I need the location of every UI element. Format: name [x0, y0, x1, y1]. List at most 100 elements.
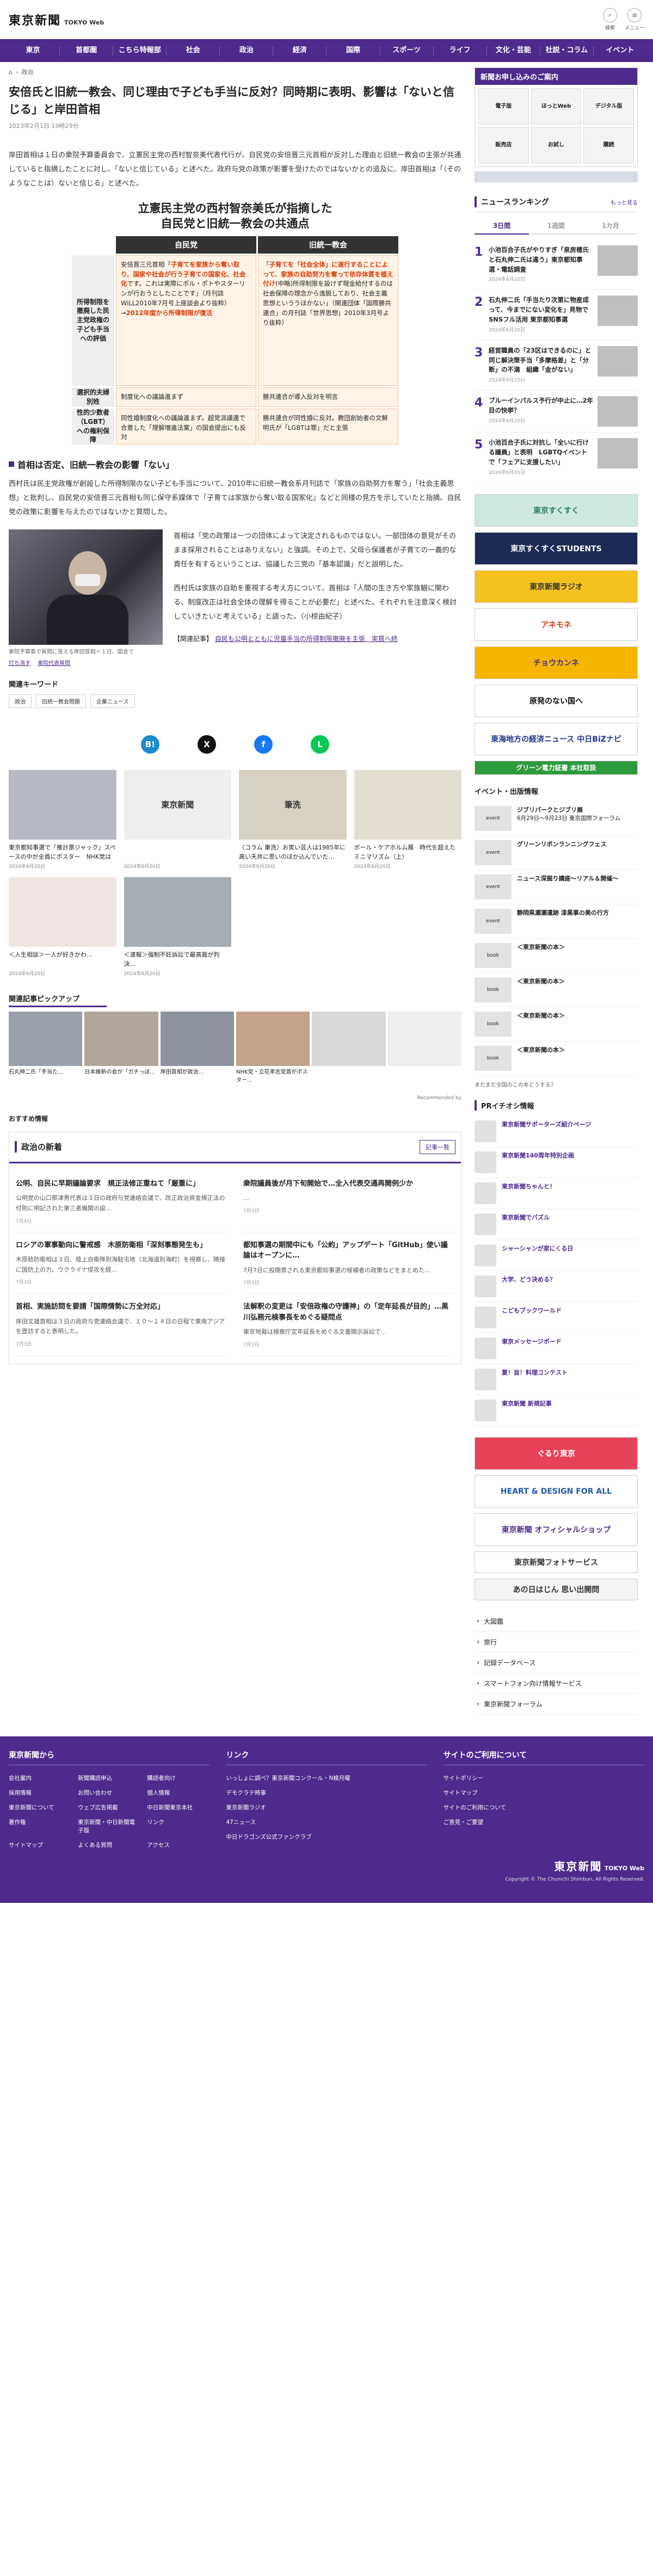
site-logo[interactable]: 東京新聞 TOKYO Web	[9, 11, 104, 28]
event-item[interactable]: book ＜東京新聞の本＞	[475, 973, 638, 1007]
footer-link[interactable]: 中日新聞東京本社	[147, 1803, 210, 1811]
footer-link[interactable]: デモクラテ時事	[226, 1789, 427, 1797]
footer-link[interactable]: 東京新聞ラジオ	[226, 1803, 427, 1811]
menu-button[interactable]: ≡ メニュー	[625, 8, 644, 31]
recommend-card[interactable]: 筆洗 〈コラム 筆洗〉お笑い芸人は1985年に高い天井に思いのほか込んでいた… 20…	[239, 769, 347, 870]
footer-link[interactable]: サイトのご利用について	[443, 1803, 644, 1811]
nav-item-tokuhobu[interactable]: こちら特報部	[113, 46, 167, 56]
nav-item-keizai[interactable]: 経済	[273, 46, 327, 56]
ranking-tab-1week[interactable]: 1週間	[529, 218, 583, 235]
footer-link[interactable]: アクセス	[147, 1841, 210, 1849]
recommend-card[interactable]: ボール・ケアホルム展 時代を超えたミニマリズム（上） 2024年6月20日	[354, 769, 461, 870]
sidebar-link[interactable]: 旅行	[475, 1632, 638, 1653]
news-item[interactable]: 公明、自民に早期議論要求 規正法修正重ねて「厳重に」 公明党の山口那津男代表は３日…	[16, 1171, 227, 1232]
keyword-tag[interactable]: 旧統一教会問題	[36, 694, 86, 708]
ranking-item[interactable]: 3 経営職員の「23区はできるのに」と同じ解決策手当「多摩格差」と「分断」の不満 …	[475, 341, 638, 391]
event-item[interactable]: event 静岡県瀬瀬遺跡 漆黒事の美の行方	[475, 904, 638, 939]
footer-link[interactable]: 会社案内	[9, 1774, 71, 1782]
ranking-tab-3days[interactable]: 3日間	[475, 218, 529, 235]
photo-link-b[interactable]: 衆院代表質問	[38, 661, 70, 667]
ranking-item[interactable]: 2 石丸伸二氏「手当たり次第に物産成って、今までにない変化を」見物で SNSフル活…	[475, 290, 638, 341]
banner-radio[interactable]: 東京新聞ラジオ	[475, 570, 638, 603]
banner-heart-design[interactable]: HEART & DESIGN FOR ALL	[475, 1475, 638, 1508]
pickup-item[interactable]: 岸田首相が政治…	[160, 1011, 234, 1093]
pr-item[interactable]: 夏！旨！料理コンテスト	[475, 1364, 638, 1395]
breadcrumb-section[interactable]: 政治	[21, 67, 33, 76]
recommend-card[interactable]: 東京都知事選で「推計票ジャック」スペースの中が全員にポスター NHK党は何がした…	[9, 769, 116, 870]
facebook-icon[interactable]: f	[254, 735, 273, 754]
footer-link[interactable]: 東京新聞・中日新聞電子版	[78, 1818, 140, 1834]
footer-link[interactable]: 採用情報	[9, 1789, 71, 1797]
recommend-card[interactable]: ＜人生相談＞一人が好きかわ… 2024年6月20日	[9, 877, 116, 977]
pickup-item[interactable]: 石丸伸二氏「手当た…	[9, 1011, 83, 1093]
banner-sukusuku[interactable]: 東京すくすく	[475, 494, 638, 527]
pr-item[interactable]: 東京新聞サポーターズ紹介ページ	[475, 1116, 638, 1147]
pickup-item[interactable]: NHK党・立花孝志党首がポスター…	[236, 1011, 310, 1093]
banner-students[interactable]: 東京すくすくSTUDENTS	[475, 532, 638, 565]
pr-item[interactable]: 東京新聞でパズル	[475, 1209, 638, 1240]
pr-item[interactable]: 東京新聞140周年特別企画	[475, 1147, 638, 1178]
ranking-item[interactable]: 1 小池百合子氏がやりすぎ「泉房穂氏と石丸伸二氏は違う」東京都知事選・電話調査 20…	[475, 240, 638, 291]
nav-item-shakai[interactable]: 社会	[167, 46, 220, 56]
news-item[interactable]: ロシアの軍事動向に警戒感 木原防衛相「深刻事態発生も」 木原稔防衛相は３日、陸上自…	[16, 1232, 227, 1295]
pr-item[interactable]: 東京メッセージボード	[475, 1333, 638, 1364]
pickup-item[interactable]	[387, 1011, 461, 1093]
hatena-icon[interactable]: B!	[141, 735, 159, 754]
nav-item-sports[interactable]: スポーツ	[380, 46, 434, 56]
ranking-more[interactable]: もっと見る	[611, 198, 638, 206]
related-article-link[interactable]: 自民も公明とともに児童手当の所得制限撤廃を主張 実質へ終	[215, 635, 398, 643]
footer-link[interactable]: 中日ドラゴンズ公式ファンクラブ	[226, 1833, 427, 1841]
ranking-tab-1month[interactable]: 1カ月	[583, 218, 638, 235]
banner-chokanne[interactable]: チョウカンネ	[475, 646, 638, 679]
pr-item[interactable]: こどもブックワールド	[475, 1302, 638, 1333]
subscription-ad[interactable]: 新聞お申し込みのご案内 電子版 ほっとWeb デジタル版 販売店 お試し 購読	[475, 67, 638, 167]
event-item[interactable]: event ジブリパークとジブリ展 6月29日〜9月23日 東京国際フォーラム	[475, 802, 638, 836]
photo-image[interactable]	[9, 529, 163, 645]
keyword-tag[interactable]: 企業ニュース	[90, 694, 135, 708]
event-item[interactable]: book ＜東京新聞の本＞	[475, 1042, 638, 1076]
breadcrumb-home-icon[interactable]: ⌂	[9, 69, 13, 76]
footer-link[interactable]: いっしょに調べ？東京新聞コンクール・N検月曜	[226, 1774, 427, 1782]
event-item[interactable]: book ＜東京新聞の本＞	[475, 939, 638, 973]
footer-link[interactable]: よくある質問	[78, 1841, 140, 1849]
nav-item-event[interactable]: イベント	[594, 46, 646, 56]
x-icon[interactable]: X	[198, 735, 216, 754]
event-item[interactable]: event グリーンリボンランニングフェス	[475, 836, 638, 870]
photo-link-a[interactable]: 打ち消す	[9, 661, 30, 667]
footer-logo[interactable]: 東京新聞 TOKYO Web	[554, 1858, 644, 1874]
footer-link[interactable]: 著作権	[9, 1818, 71, 1834]
footer-link[interactable]: サイトポリシー	[443, 1774, 644, 1782]
pickup-item[interactable]	[312, 1011, 386, 1093]
pr-item[interactable]: 東京新聞ちゃんと！	[475, 1178, 638, 1209]
politics-news-more[interactable]: 記事一覧	[420, 1139, 455, 1154]
sidebar-link[interactable]: 大図鑑	[475, 1611, 638, 1632]
nav-item-bunka[interactable]: 文化・芸能	[487, 46, 540, 56]
news-item[interactable]: 首相、実施訪問を要請「国際情勢に万全対応」 岸田文雄首相は３日の政府与党連絡会議で…	[16, 1294, 227, 1356]
banner-photo[interactable]: 東京新聞フォトサービス	[475, 1551, 638, 1573]
pr-item[interactable]: 東京新聞 新規記事	[475, 1395, 638, 1426]
banner-bizunavi[interactable]: 東海地方の経済ニュース 中日BiZナビ	[475, 722, 638, 755]
nav-item-tokyo[interactable]: 東京	[7, 46, 60, 56]
sidebar-link[interactable]: 記録データベース	[475, 1653, 638, 1673]
footer-link[interactable]: 購読者向け	[147, 1774, 210, 1782]
nav-item-shasetsu[interactable]: 社説・コラム	[540, 46, 594, 56]
sidebar-link[interactable]: スマートフォン向け情報サービス	[475, 1673, 638, 1694]
footer-link[interactable]: 東京新聞について	[9, 1803, 71, 1811]
ranking-item[interactable]: 5 小池百合子氏に対抗し「全いに行ける議員」と表明 LGBTQイベントで「フェアに…	[475, 433, 638, 483]
banner-shop[interactable]: 東京新聞 オフィシャルショップ	[475, 1513, 638, 1546]
banner-gururi[interactable]: ぐるり東京	[475, 1437, 638, 1470]
pr-item[interactable]: シャーシャンが家にくる日	[475, 1240, 638, 1271]
event-item[interactable]: book ＜東京新聞の本＞	[475, 1007, 638, 1042]
footer-link[interactable]: リンク	[147, 1818, 210, 1834]
banner-green-power[interactable]: グリーン電力証書 本社取扱	[475, 760, 638, 775]
banner-genpatsu[interactable]: 原発のない国へ	[475, 684, 638, 717]
recommend-card[interactable]: ＜速報＞強制不妊訴訟で最高裁が判決… 2024年6月20日	[124, 877, 231, 977]
footer-link[interactable]: 個人情報	[147, 1789, 210, 1797]
footer-link[interactable]: ウェブ広告掲載	[78, 1803, 140, 1811]
footer-link[interactable]: サイトマップ	[443, 1789, 644, 1797]
banner-anemone[interactable]: アネモネ	[475, 608, 638, 641]
nav-item-shutoken[interactable]: 首都圏	[60, 46, 114, 56]
event-item[interactable]: event ニュース深掘り講座〜リアル＆開催〜	[475, 870, 638, 904]
news-item[interactable]: 都知事選の期間中にも「公約」アップデート「GitHub」使い議論はオープンに… 7…	[243, 1232, 454, 1295]
keyword-tag[interactable]: 政治	[9, 694, 32, 708]
